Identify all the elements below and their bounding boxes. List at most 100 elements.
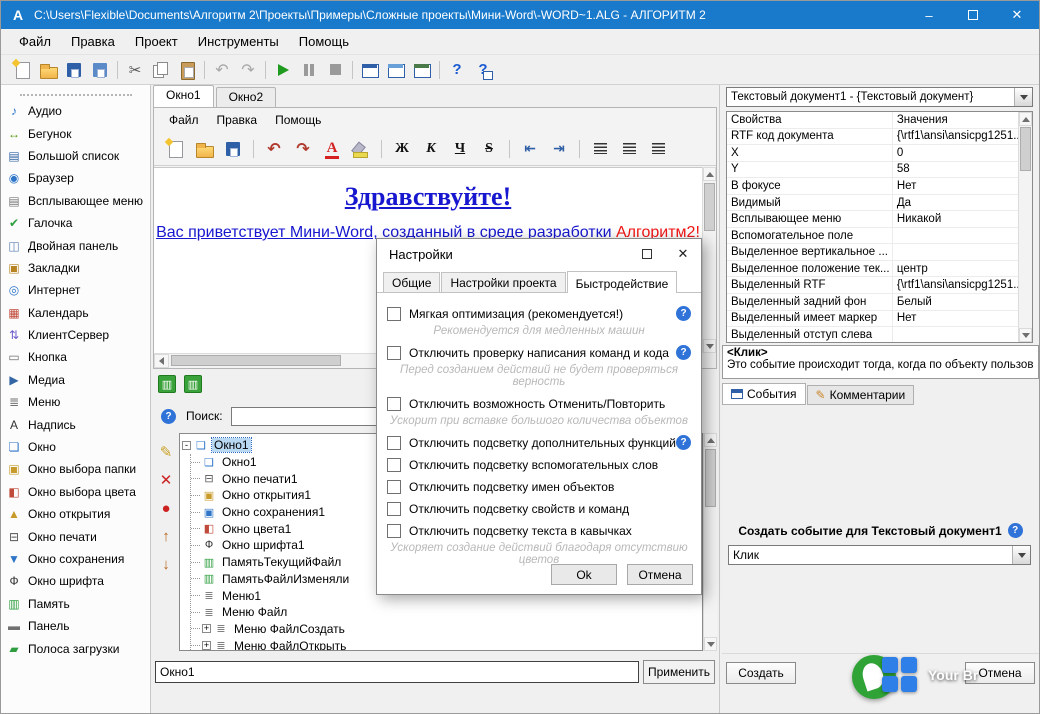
italic-icon[interactable]: К [419,137,443,161]
dialog-tab[interactable]: Настройки проекта [441,272,566,292]
font-color-icon[interactable]: А [320,137,344,161]
underline-icon[interactable]: Ч [448,137,472,161]
property-value[interactable]: центр [893,263,1018,275]
save-all-icon[interactable] [88,58,112,82]
menubar-item[interactable]: Правка [61,29,125,55]
context-help-icon[interactable]: ? [471,58,495,82]
property-value[interactable]: {\rtf1\ansi\ansicpg1251... [893,130,1018,142]
pause-icon[interactable] [297,58,321,82]
new-file-icon[interactable] [10,58,34,82]
object-selector[interactable]: Текстовый документ1 - {Текстовый докумен… [726,87,1033,107]
property-row[interactable]: Всплывающее меню Никакой [727,211,1018,228]
palette-item[interactable]: ▭ Кнопка [1,346,150,368]
tree-expander-icon[interactable]: - [182,440,191,450]
property-value[interactable]: {\rtf1\ansi\ansicpg1251... [893,279,1018,291]
window-code-icon[interactable] [410,58,434,82]
edit-tool-icon[interactable]: ✎ [160,445,173,460]
tree-item[interactable]: + ≣ Меню ФайлОткрыть [191,637,700,650]
property-row[interactable]: X0 [727,145,1018,162]
tree-expander-icon[interactable]: + [202,624,211,634]
dialog-option[interactable]: Отключить возможность Отменить/Повторить [387,395,691,412]
tree-expander-icon[interactable]: + [202,641,211,650]
memory-file-changed-icon[interactable]: ▥ [184,375,202,393]
property-value[interactable]: Нет [893,180,1018,192]
scroll-up-icon[interactable] [1019,112,1032,126]
help-icon[interactable]: ? [676,435,691,450]
create-event-button[interactable]: Создать [726,662,796,684]
help-icon[interactable]: ? [161,408,176,424]
palette-item[interactable]: ✔ Галочка [1,212,150,234]
palette-item[interactable]: ▲ Окно открытия [1,503,150,525]
checkbox[interactable] [387,306,401,321]
paste-icon[interactable] [175,58,199,82]
delete-tool-icon[interactable]: ✕ [160,473,173,488]
scroll-up-icon[interactable] [703,167,716,181]
designer-tab[interactable]: Окно1 [153,85,214,107]
palette-item[interactable]: ▬ Панель [1,615,150,637]
property-row[interactable]: Выделенный отступ слева [727,327,1018,342]
palette-item[interactable]: ◉ Браузер [1,167,150,189]
checkbox[interactable] [387,396,401,411]
dialog-tab[interactable]: Общие [383,272,441,292]
palette-item[interactable]: ▶ Медиа [1,369,150,391]
property-row[interactable]: Выделенное вертикальное ... [727,244,1018,261]
properties-scrollbar[interactable] [1018,112,1032,342]
property-row[interactable]: Вспомогательное поле [727,227,1018,245]
property-row[interactable]: Выделенный RTF {\rtf1\ansi\ansicpg1251... [727,277,1018,295]
palette-item[interactable]: ⊟ Окно печати [1,525,150,547]
dropdown-arrow-icon[interactable] [1014,88,1032,106]
dialog-tab[interactable]: Быстродействие [566,271,678,293]
memory-current-file-icon[interactable]: ▥ [158,375,176,393]
open-icon[interactable] [36,58,60,82]
align-center-icon[interactable] [617,137,641,161]
dialog-option[interactable]: Мягкая оптимизация (рекомендуется!)? [387,305,691,322]
scroll-up-icon[interactable] [704,433,717,447]
indent-decrease-icon[interactable]: ⇤ [518,137,542,161]
apply-button[interactable]: Применить [643,660,715,684]
help-icon[interactable]: ? [445,58,469,82]
scroll-thumb[interactable] [704,183,715,231]
scroll-thumb[interactable] [171,355,341,366]
checkbox[interactable] [387,457,401,472]
strikethrough-icon[interactable]: S [477,137,501,161]
palette-item[interactable]: ≣ Меню [1,391,150,413]
property-row[interactable]: Видимый Да [727,194,1018,212]
property-row[interactable]: Выделенный задний фон Белый [727,294,1018,311]
dialog-cancel-button[interactable]: Отмена [627,564,693,585]
align-right-icon[interactable] [646,137,670,161]
palette-item[interactable]: A Надпись [1,413,150,435]
doc-open-icon[interactable] [192,137,216,161]
help-icon[interactable]: ? [676,306,691,321]
dropdown-arrow-icon[interactable] [1012,546,1030,564]
checkbox[interactable] [387,479,401,494]
object-name-input[interactable] [155,661,639,683]
stop-icon[interactable] [323,58,347,82]
designer-menu-item[interactable]: Файл [160,113,208,127]
doc-save-icon[interactable] [221,137,245,161]
palette-item[interactable]: ▦ Календарь [1,302,150,324]
palette-item[interactable]: ♪ Аудио [1,100,150,122]
palette-item[interactable]: ⇅ КлиентСервер [1,324,150,346]
scroll-down-icon[interactable] [703,339,716,353]
property-row[interactable]: RTF код документа {\rtf1\ansi\ansicpg1251… [727,128,1018,146]
ok-button[interactable]: Ok [551,564,617,585]
redo-icon[interactable]: ↷ [236,58,260,82]
tree-item[interactable]: ≣ Меню Файл [191,604,700,621]
scroll-thumb[interactable] [1020,127,1031,171]
move-up-tool-icon[interactable]: ↑ [162,529,170,544]
property-row[interactable]: Выделенное положение тек... центр [727,260,1018,278]
dialog-close-button[interactable]: ✕ [665,239,701,269]
palette-item[interactable]: ◫ Двойная панель [1,234,150,256]
checkbox[interactable] [387,501,401,516]
window-list-icon[interactable] [384,58,408,82]
property-value[interactable]: Белый [893,296,1018,308]
help-icon[interactable]: ? [1007,523,1023,538]
tree-item[interactable]: + ≣ Меню ФайлСоздать [191,621,700,638]
property-row[interactable]: В фокусе Нет [727,178,1018,195]
palette-item[interactable]: ▤ Всплывающее меню [1,190,150,212]
minimize-button[interactable]: – [907,1,951,29]
palette-item[interactable]: ◧ Окно выбора цвета [1,481,150,503]
event-tab[interactable]: События [722,383,806,405]
menubar-item[interactable]: Файл [9,29,61,55]
copy-icon[interactable] [149,58,173,82]
